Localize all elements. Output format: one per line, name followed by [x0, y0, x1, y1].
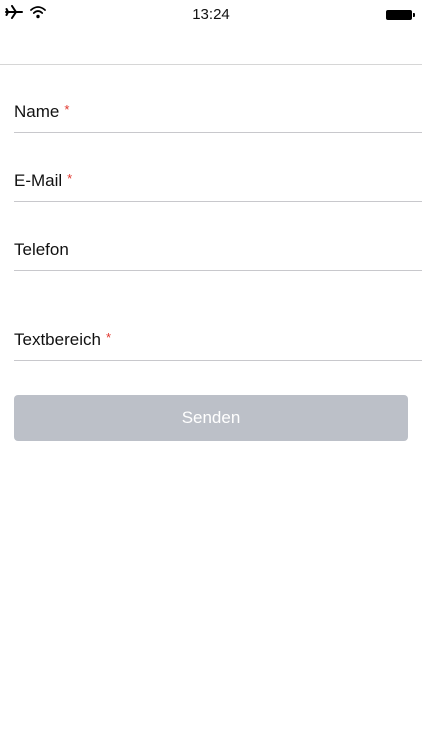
navigation-bar — [0, 28, 422, 65]
email-field-label: E-Mail * — [14, 171, 73, 190]
email-field[interactable]: E-Mail * — [14, 157, 422, 202]
name-field-label: Name * — [14, 102, 70, 121]
name-field[interactable]: Name * — [14, 88, 422, 133]
send-button[interactable]: Senden — [14, 395, 408, 441]
status-time: 13:24 — [192, 6, 230, 23]
textarea-field-label: Textbereich * — [14, 330, 111, 349]
phone-field[interactable]: Telefon — [14, 226, 422, 271]
screen: 13:24 Name * E-Mail * Telefon Textbereich *… — [0, 0, 422, 750]
battery-icon — [386, 9, 416, 20]
required-marker: * — [67, 171, 73, 186]
required-marker: * — [105, 330, 111, 345]
textarea-field[interactable]: Textbereich * — [14, 316, 422, 361]
phone-field-label: Telefon — [14, 240, 69, 259]
status-bar: 13:24 — [0, 0, 422, 28]
required-marker: * — [64, 102, 70, 117]
